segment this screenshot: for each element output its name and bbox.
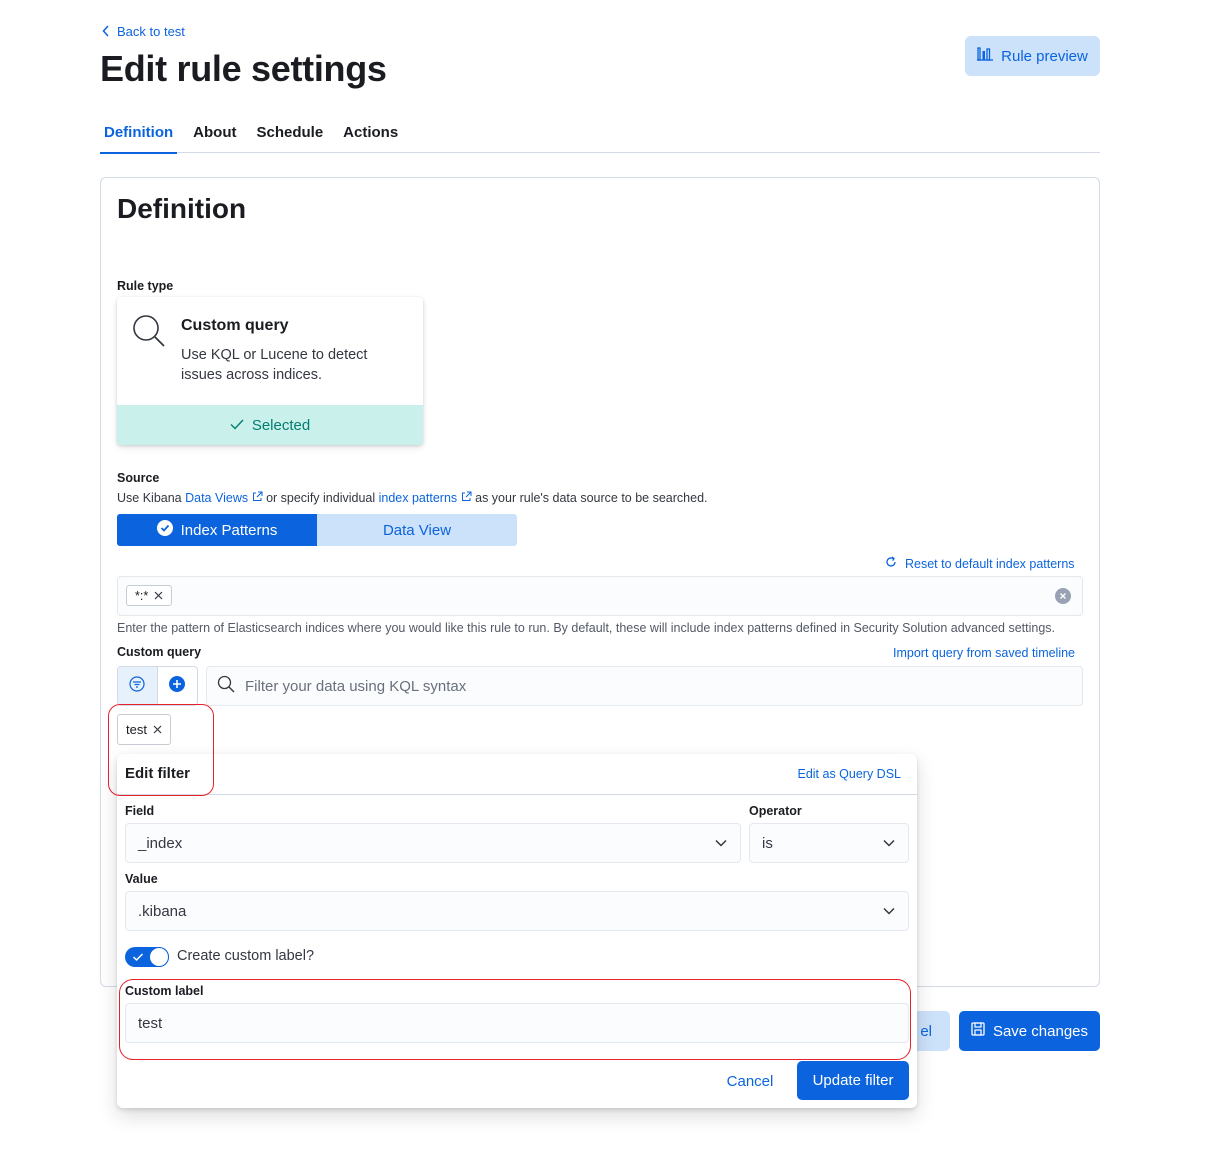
check-circle-icon: [156, 520, 173, 540]
save-icon: [971, 1022, 985, 1040]
source-help-text: or specify individual: [262, 491, 379, 505]
value-value: .kibana: [138, 902, 187, 920]
edit-filter-header: Edit filter Edit as Query DSL: [117, 754, 917, 795]
switch-knob: [150, 948, 168, 966]
source-help: Use Kibana Data Views or specify individ…: [117, 491, 708, 505]
chevron-left-icon: [101, 24, 111, 39]
highlight-filter-pill: [108, 704, 214, 796]
custom-label-switch[interactable]: [125, 947, 169, 967]
index-pattern-pill-label: *:*: [135, 588, 149, 603]
source-help-text: as your rule's data source to be searche…: [471, 491, 708, 505]
segment-data-view[interactable]: Data View: [317, 514, 517, 546]
save-changes-label: Save changes: [992, 1022, 1089, 1040]
field-label: Field: [125, 804, 155, 818]
custom-label-toggle-label: Create custom label?: [177, 948, 315, 964]
selected-label: Selected: [251, 416, 311, 434]
segment-index-patterns[interactable]: Index Patterns: [117, 514, 317, 546]
rule-preview-label: Rule preview: [1001, 47, 1088, 65]
tab-definition[interactable]: Definition: [100, 118, 178, 154]
segment-index-patterns-label: Index Patterns: [180, 521, 278, 539]
operator-value: is: [762, 834, 773, 852]
chevron-down-icon: [882, 836, 896, 854]
chevron-down-icon: [882, 904, 896, 922]
index-patterns-help: Enter the pattern of Elasticsearch indic…: [117, 621, 1056, 635]
filter-icon: [129, 675, 145, 697]
tab-schedule[interactable]: Schedule: [252, 118, 327, 153]
filter-menu-button[interactable]: [118, 667, 158, 705]
value-label: Value: [125, 872, 158, 886]
external-link-icon: [461, 491, 472, 505]
data-views-link[interactable]: Data Views: [185, 491, 248, 505]
source-label: Source: [117, 471, 160, 485]
field-select[interactable]: _index: [125, 823, 741, 863]
tab-actions[interactable]: Actions: [339, 118, 402, 153]
external-link-icon: [252, 491, 263, 505]
kql-query-input[interactable]: Filter your data using KQL syntax: [206, 666, 1083, 706]
source-help-text: Use Kibana: [117, 491, 186, 505]
search-icon: [131, 313, 167, 354]
operator-label: Operator: [749, 804, 802, 818]
close-icon[interactable]: [154, 589, 163, 603]
field-value: _index: [138, 834, 183, 852]
rule-card-description: Use KQL or Lucene to detect issues acros…: [181, 347, 368, 383]
cancel-button[interactable]: Cancel: [713, 1062, 787, 1100]
rule-card-selected[interactable]: Selected: [117, 405, 423, 445]
highlight-custom-label: [119, 979, 911, 1060]
back-link-label[interactable]: Back to test: [117, 24, 185, 39]
reset-index-patterns-link[interactable]: Reset to default index patterns: [885, 556, 1075, 571]
check-icon: [230, 417, 244, 434]
add-filter-button[interactable]: [158, 667, 198, 705]
rule-card-title: Custom query: [181, 317, 289, 334]
reset-index-patterns-label: Reset to default index patterns: [905, 556, 1075, 571]
rule-type-card-custom-query[interactable]: Custom query Use KQL or Lucene to detect…: [117, 297, 423, 445]
rule-preview-button[interactable]: Rule preview: [965, 36, 1100, 76]
index-pattern-pill: *:*: [126, 585, 173, 606]
search-icon: [217, 675, 235, 698]
section-title: Definition: [117, 193, 247, 224]
page-title: Edit rule settings: [100, 48, 387, 89]
index-patterns-link[interactable]: index patterns: [379, 491, 458, 505]
back-link[interactable]: Back to test: [101, 24, 185, 39]
check-icon: [132, 950, 144, 968]
tab-about[interactable]: About: [189, 118, 240, 153]
chevron-down-icon: [714, 836, 728, 854]
plus-circle-icon: [169, 675, 186, 697]
source-type-toggle: Index Patterns Data View: [117, 514, 517, 546]
refresh-icon: [885, 556, 897, 571]
import-query-link[interactable]: Import query from saved timeline: [893, 646, 1075, 660]
value-select[interactable]: .kibana: [125, 891, 909, 931]
index-patterns-combobox[interactable]: *:*: [117, 576, 1083, 616]
filter-buttons: [117, 666, 198, 706]
edit-as-query-dsl-link[interactable]: Edit as Query DSL: [797, 767, 901, 781]
chart-icon: [977, 47, 994, 65]
operator-select[interactable]: is: [749, 823, 909, 863]
rule-type-label: Rule type: [117, 279, 174, 293]
kql-placeholder: Filter your data using KQL syntax: [245, 677, 467, 695]
clear-all-icon[interactable]: [1055, 588, 1071, 604]
tab-bar: Definition About Schedule Actions: [100, 118, 1100, 154]
update-filter-button[interactable]: Update filter: [797, 1061, 909, 1100]
save-changes-button[interactable]: Save changes: [959, 1011, 1100, 1051]
custom-query-label: Custom query: [117, 645, 202, 659]
